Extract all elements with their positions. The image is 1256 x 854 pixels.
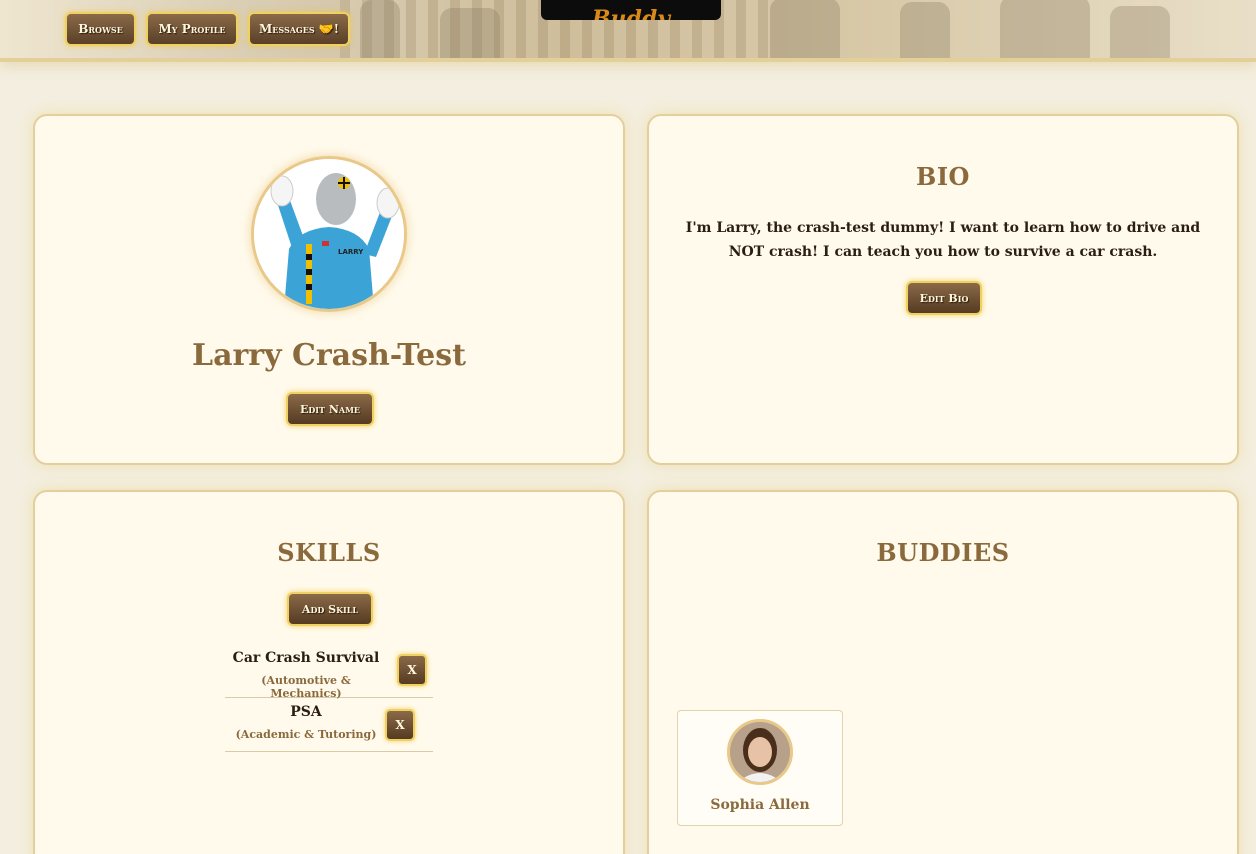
bio-text: I'm Larry, the crash-test dummy! I want … xyxy=(685,220,1201,260)
castle-tower xyxy=(360,0,400,58)
buddy-avatar xyxy=(727,719,793,785)
skill-name: PSA xyxy=(290,704,322,720)
remove-skill-button[interactable]: X xyxy=(397,654,427,686)
profile-avatar[interactable]: LARRY xyxy=(251,156,407,312)
skills-title: SKILLS xyxy=(277,538,381,567)
site-logo[interactable]: Buddy xyxy=(541,0,721,20)
skill-name: Car Crash Survival xyxy=(232,650,380,666)
buddy-card[interactable]: Sophia Allen xyxy=(677,710,843,826)
messages-button[interactable]: Messages 🤝! xyxy=(248,12,350,46)
castle-tower xyxy=(440,8,500,58)
castle-tower xyxy=(900,2,950,58)
profile-name: Larry Crash-Test xyxy=(191,338,467,373)
add-skill-button[interactable]: Add Skill xyxy=(287,592,373,626)
castle-tower xyxy=(1000,0,1090,58)
logo-text: Buddy xyxy=(591,6,671,20)
castle-tower xyxy=(770,0,840,58)
skill-row: Car Crash Survival (Automotive & Mechani… xyxy=(225,644,433,700)
skill-row: PSA (Academic & Tutoring) X xyxy=(225,698,433,752)
buddy-photo xyxy=(730,722,790,782)
buddies-title: BUDDIES xyxy=(876,538,1010,567)
buddies-card: BUDDIES Sophia Allen xyxy=(647,490,1239,854)
svg-text:LARRY: LARRY xyxy=(338,248,364,256)
remove-skill-button[interactable]: X xyxy=(385,709,415,741)
header-banner: Browse My Profile Messages 🤝! Buddy xyxy=(0,0,1256,62)
profile-card: LARRY Larry Crash-Test Edit Name xyxy=(33,114,625,465)
skill-category: (Academic & Tutoring) xyxy=(235,728,377,741)
edit-bio-button[interactable]: Edit Bio xyxy=(906,281,982,315)
skills-card: SKILLS Add Skill Car Crash Survival (Aut… xyxy=(33,490,625,854)
bio-title: BIO xyxy=(916,162,970,191)
buddy-name: Sophia Allen xyxy=(710,797,810,813)
crash-dummy-image: LARRY xyxy=(254,159,404,309)
edit-name-button[interactable]: Edit Name xyxy=(286,392,374,426)
castle-tower xyxy=(1110,6,1170,58)
bio-card: BIO I'm Larry, the crash-test dummy! I w… xyxy=(647,114,1239,465)
my-profile-button[interactable]: My Profile xyxy=(146,12,238,46)
skill-category: (Automotive & Mechanics) xyxy=(261,674,351,700)
browse-button[interactable]: Browse xyxy=(65,12,136,46)
